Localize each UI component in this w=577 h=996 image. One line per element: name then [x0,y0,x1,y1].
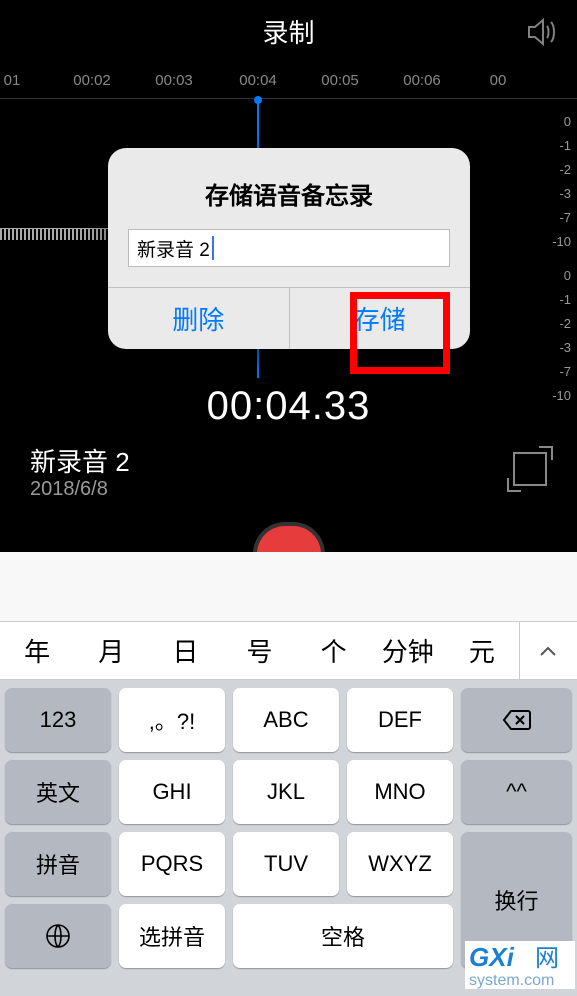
candidate[interactable]: 年 [0,632,74,669]
key-mno[interactable]: MNO [347,760,453,824]
svg-text:网: 网 [535,945,559,972]
candidate[interactable]: 月 [74,632,148,669]
save-button[interactable]: 存储 [289,288,471,349]
candidate[interactable]: 分钟 [371,632,445,669]
key-pqrs[interactable]: PQRS [119,832,225,896]
candidate-spacer [0,552,577,622]
time-tick: 01 [4,72,21,89]
time-tick: 00:06 [403,72,441,89]
elapsed-time: 00:04.33 [0,384,577,429]
key-english[interactable]: 英文 [5,760,111,824]
recording-name: 新录音 2 [30,442,130,479]
candidate[interactable]: 个 [297,632,371,669]
dialog-title: 存储语音备忘录 [108,148,470,229]
candidate[interactable]: 号 [222,632,296,669]
page-title: 录制 [262,13,314,50]
keyboard: 年 月 日 号 个 分钟 元 123 ,。?! ABC DEF 英文 GHI J… [0,552,577,996]
space-key[interactable]: 空格 [233,904,453,968]
speaker-icon[interactable] [525,18,559,51]
input-value: 新录音 2 [137,235,210,262]
key-jkl[interactable]: JKL [233,760,339,824]
delete-button[interactable]: 删除 [108,288,289,349]
recording-name-input[interactable]: 新录音 2 [128,229,450,267]
globe-key[interactable] [5,904,111,968]
waveform [0,228,110,264]
time-tick: 00:05 [321,72,359,89]
recording-date: 2018/6/8 [30,478,108,501]
key-punct[interactable]: ,。?! [119,688,225,752]
key-def[interactable]: DEF [347,688,453,752]
candidate-bar: 年 月 日 号 个 分钟 元 [0,622,577,680]
candidate[interactable]: 元 [445,632,519,669]
save-dialog: 存储语音备忘录 新录音 2 删除 存储 [108,148,470,349]
time-tick: 00:02 [73,72,111,89]
svg-text:GXi: GXi [469,942,515,972]
time-tick: 00 [490,72,507,89]
timeline-ruler [0,98,577,106]
trim-icon[interactable] [513,452,547,486]
expand-candidates-icon[interactable] [519,622,577,679]
svg-text:system.com: system.com [469,972,554,989]
key-caret[interactable]: ^^ [461,760,572,824]
record-button[interactable] [253,522,325,554]
time-tick: 00:04 [239,72,277,89]
time-tick: 00:03 [155,72,193,89]
select-pinyin-key[interactable]: 选拼音 [119,904,225,968]
key-123[interactable]: 123 [5,688,111,752]
key-abc[interactable]: ABC [233,688,339,752]
text-cursor [212,236,214,260]
key-wxyz[interactable]: WXYZ [347,832,453,896]
timeline[interactable]: 01 00:02 00:03 00:04 00:05 00:06 00 [0,62,577,98]
candidate[interactable]: 日 [148,632,222,669]
backspace-key[interactable] [461,688,572,752]
watermark: GXi 网 system.com [465,941,575,994]
db-scale-top: 0-1-2-3-7-10 [552,110,571,254]
key-pinyin-mode[interactable]: 拼音 [5,832,111,896]
key-ghi[interactable]: GHI [119,760,225,824]
key-tuv[interactable]: TUV [233,832,339,896]
